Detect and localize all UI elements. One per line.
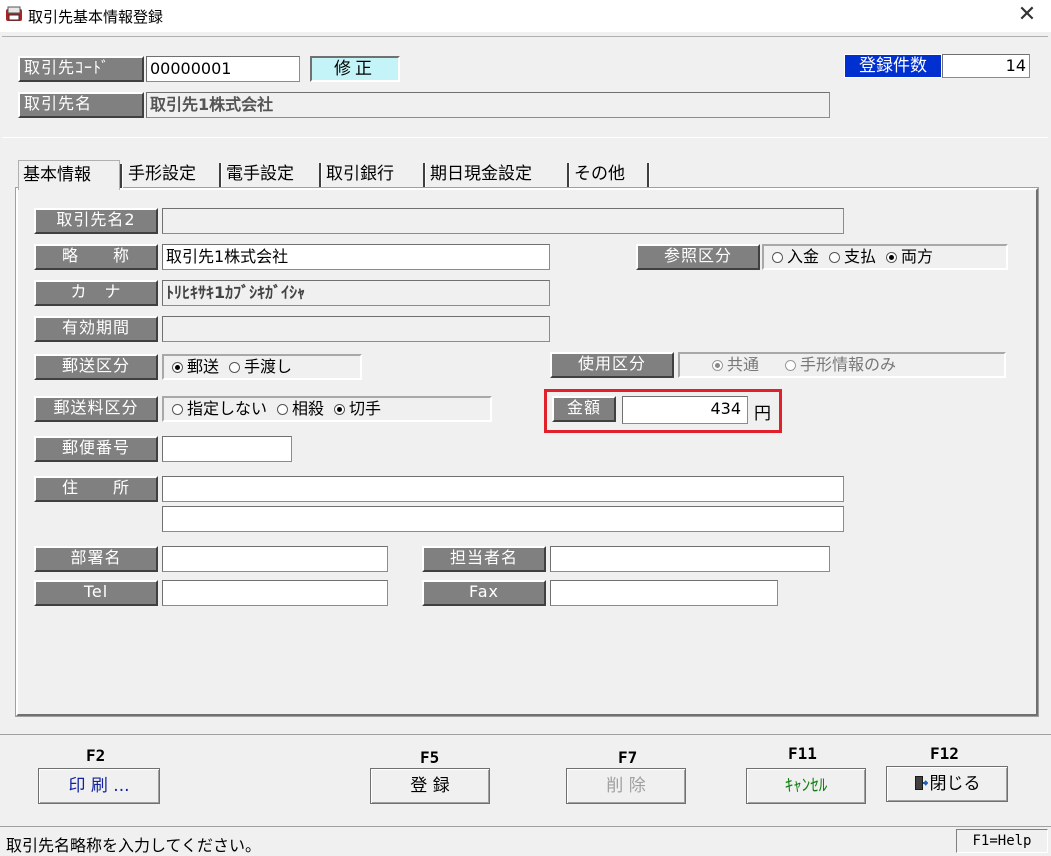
address-input-1[interactable] — [162, 476, 844, 502]
radio-dot-icon — [772, 252, 783, 263]
mode-indicator: 修正 — [310, 56, 400, 82]
fkey-f5: F5 — [420, 748, 440, 767]
person-label: 担当者名 — [422, 546, 546, 572]
radio-dot-icon — [172, 404, 183, 415]
ref-type-label: 参照区分 — [636, 244, 760, 270]
address-input-2[interactable] — [162, 506, 844, 532]
app-icon — [6, 6, 22, 21]
name-label: 取引先名 — [18, 92, 144, 118]
radio-bill-only[interactable]: 手形情報のみ — [785, 354, 896, 376]
tab-ebill-settings[interactable]: 電手設定 — [222, 160, 322, 190]
door-exit-icon — [914, 776, 928, 790]
radio-stamps[interactable]: 切手 — [334, 398, 381, 420]
print-button[interactable]: 印 刷 ... — [38, 768, 160, 804]
radio-both[interactable]: 両方 — [886, 246, 933, 268]
fkey-f12: F12 — [930, 744, 959, 763]
close-icon[interactable]: ✕ — [1014, 2, 1040, 28]
fax-label: Fax — [422, 580, 546, 606]
radio-dot-icon — [829, 252, 841, 263]
radio-dot-icon — [785, 360, 797, 371]
count-value: 14 — [942, 54, 1030, 78]
dept-input[interactable] — [162, 546, 388, 572]
close-button[interactable]: 閉じる — [886, 766, 1008, 802]
fkey-f11: F11 — [788, 744, 817, 763]
radio-offset[interactable]: 相殺 — [277, 398, 324, 420]
tab-due-date-cash[interactable]: 期日現金設定 — [426, 160, 570, 190]
radio-hand-delivery[interactable]: 手渡し — [229, 356, 292, 378]
ref-type-group: 入金 支払 両方 — [762, 244, 1008, 270]
usage-type-group: 共通 手形情報のみ — [678, 352, 1006, 378]
code-input[interactable]: 00000001 — [146, 56, 300, 82]
fkey-f2: F2 — [86, 746, 106, 765]
cancel-button[interactable]: ｷｬﾝｾﾙ — [746, 768, 866, 804]
tel-label: Tel — [34, 580, 158, 606]
help-indicator: F1=Help — [956, 829, 1048, 853]
short-name-label: 略 称 — [34, 244, 158, 270]
amount-label: 金額 — [552, 396, 616, 422]
tel-input[interactable] — [162, 580, 388, 606]
close-button-label: 閉じる — [929, 774, 981, 794]
zip-input[interactable] — [162, 436, 292, 462]
tab-bill-settings[interactable]: 手形設定 — [124, 160, 222, 190]
postage-type-group: 指定しない 相殺 切手 — [162, 396, 492, 422]
dept-label: 部署名 — [34, 546, 158, 572]
radio-payment[interactable]: 支払 — [829, 246, 876, 268]
status-message: 取引先名略称を入力してください。 — [6, 836, 262, 855]
zip-label: 郵便番号 — [34, 436, 158, 462]
short-name-input[interactable]: 取引先1株式会社 — [162, 244, 550, 270]
amount-input[interactable]: 434 — [622, 396, 748, 424]
fkey-f7: F7 — [618, 748, 638, 767]
name2-label: 取引先名2 — [34, 208, 158, 234]
count-label: 登録件数 — [844, 54, 942, 78]
radio-dot-icon — [229, 362, 241, 373]
radio-dot-selected-icon — [886, 252, 898, 263]
radio-dot-selected-icon — [712, 360, 723, 371]
delete-button[interactable]: 削 除 — [566, 768, 686, 804]
mail-type-group: 郵送 手渡し — [162, 354, 362, 380]
tab-other[interactable]: その他 — [570, 160, 650, 190]
radio-common[interactable]: 共通 — [712, 354, 759, 376]
register-button[interactable]: 登 録 — [370, 768, 490, 804]
radio-dot-icon — [277, 404, 289, 415]
tab-basic-info[interactable]: 基本情報 — [18, 160, 123, 190]
valid-period-label: 有効期間 — [34, 316, 158, 342]
address-label: 住 所 — [34, 476, 158, 502]
usage-type-label: 使用区分 — [550, 352, 674, 378]
person-input[interactable] — [550, 546, 830, 572]
name2-input[interactable] — [162, 208, 844, 234]
radio-dot-selected-icon — [334, 404, 346, 415]
window-title: 取引先基本情報登録 — [28, 8, 164, 26]
amount-unit: 円 — [754, 404, 771, 424]
kana-input[interactable]: ﾄﾘﾋｷｻｷ1ｶﾌﾞｼｷｶﾞｲｼｬ — [162, 280, 550, 306]
fax-input[interactable] — [550, 580, 778, 606]
radio-dot-selected-icon — [172, 362, 183, 373]
radio-mail[interactable]: 郵送 — [172, 356, 219, 378]
valid-period-input[interactable] — [162, 316, 550, 342]
kana-label: カ ナ — [34, 280, 158, 306]
radio-deposit[interactable]: 入金 — [772, 246, 819, 268]
name-display: 取引先1株式会社 — [146, 92, 830, 118]
header-panel — [2, 36, 1048, 138]
postage-type-label: 郵送料区分 — [34, 396, 158, 422]
tab-banks[interactable]: 取引銀行 — [322, 160, 426, 190]
radio-unspecified[interactable]: 指定しない — [172, 398, 267, 420]
mail-type-label: 郵送区分 — [34, 354, 158, 380]
code-label: 取引先ｺｰﾄﾞ — [18, 56, 144, 82]
